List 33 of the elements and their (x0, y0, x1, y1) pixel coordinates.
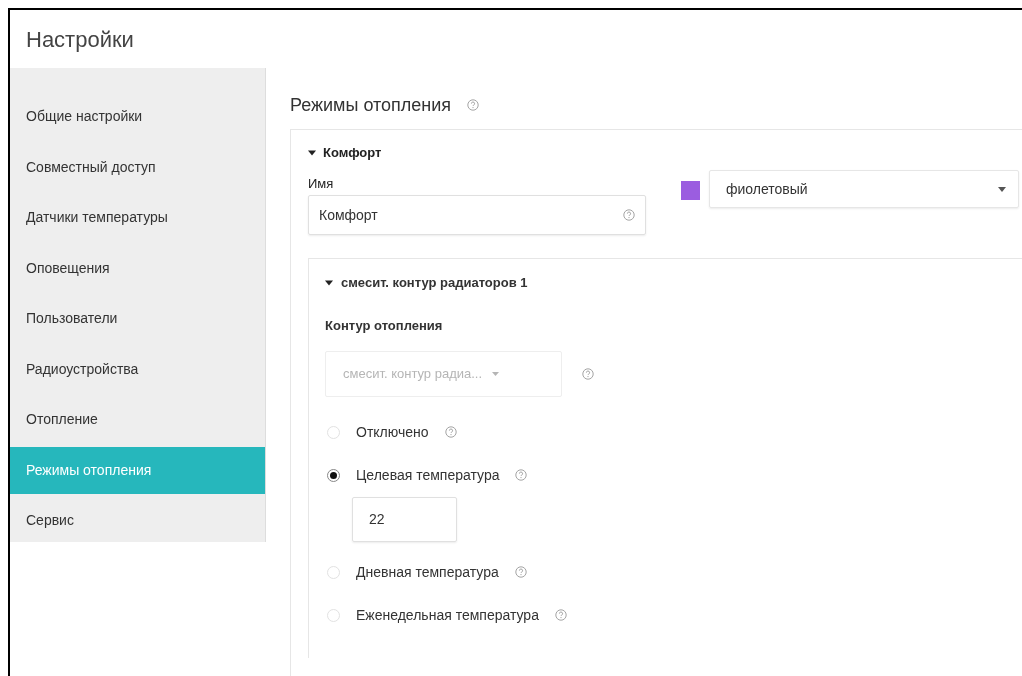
help-icon[interactable] (515, 469, 528, 481)
help-icon[interactable] (467, 99, 480, 111)
sidebar-item[interactable]: Общие настройки (10, 93, 265, 140)
color-select[interactable]: фиолетовый (709, 170, 1019, 208)
help-icon[interactable] (582, 367, 594, 380)
name-field[interactable]: Комфорт (308, 195, 646, 235)
sidebar-item[interactable]: Оповещения (10, 244, 265, 292)
help-icon[interactable] (514, 566, 527, 578)
temperature-field[interactable]: 22 (352, 496, 457, 542)
caret-icon[interactable] (325, 279, 333, 287)
help-icon[interactable] (554, 609, 567, 621)
sidebar-item[interactable]: Совместный доступ (10, 143, 265, 191)
radio-label[interactable]: Дневная температура (356, 561, 499, 583)
dropdown-caret-icon (492, 371, 500, 376)
radio-label[interactable]: Целевая температура (356, 464, 500, 486)
page-title: Режимы отопления (290, 93, 452, 117)
settings-title: Настройки (26, 25, 134, 54)
sidebar-item[interactable]: Сервис (10, 497, 265, 544)
dropdown-caret-icon (998, 186, 1006, 192)
help-icon[interactable] (444, 426, 457, 438)
sidebar-item[interactable]: Радиоустройства (10, 345, 265, 393)
radio-label[interactable]: Отключено (356, 421, 429, 443)
section-title[interactable]: смесит. контур радиаторов 1 (341, 273, 528, 293)
help-icon[interactable] (623, 209, 635, 221)
sidebar-item[interactable]: Отопление (10, 396, 265, 443)
caret-icon[interactable] (308, 149, 316, 157)
section-title[interactable]: Комфорт (323, 143, 382, 163)
color-swatch[interactable] (681, 181, 700, 200)
sidebar-item[interactable]: Датчики температуры (10, 194, 265, 241)
radio-label[interactable]: Еженедельная температура (356, 604, 539, 626)
sidebar-item[interactable]: Пользователи (10, 295, 265, 342)
field-label: Имя (308, 175, 335, 191)
field-label: Контур отопления (325, 317, 444, 335)
